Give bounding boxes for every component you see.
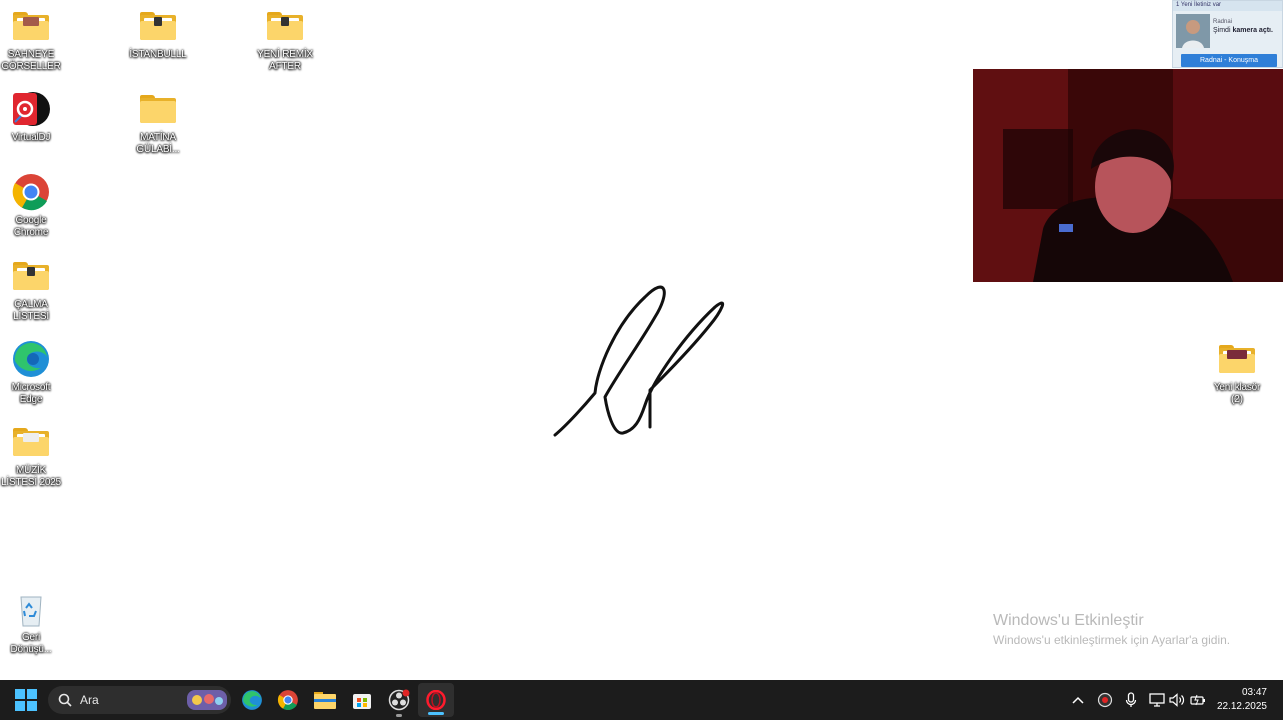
battery-icon (1190, 694, 1205, 706)
notification-message: Şimdi kamera açtı. (1213, 27, 1273, 34)
recycle-bin-icon (11, 589, 51, 629)
tray-battery[interactable] (1188, 680, 1208, 720)
desktop-icon-label: YENİ REMİX AFTER (257, 49, 313, 72)
message-notification[interactable]: 1 Yeni İletiniz var Radnai Şimdi kamera … (1172, 0, 1283, 68)
folder-icon (11, 6, 51, 46)
activation-subtitle: Windows'u etkinleştirmek için Ayarlar'a … (993, 633, 1231, 647)
store-icon (353, 694, 371, 709)
desktop-icon-label: MATİNA GÜLABİ... (136, 132, 180, 155)
opera-icon (426, 690, 446, 710)
running-indicator (396, 714, 402, 717)
desktop-icon-istanbulll[interactable]: İSTANBULLL (121, 6, 195, 61)
edge-icon (242, 690, 262, 710)
taskbar-file-explorer[interactable] (307, 680, 343, 720)
taskbar-chrome[interactable] (270, 680, 306, 720)
activation-watermark: Windows'u Etkinleştir Windows'u etkinleş… (993, 611, 1230, 649)
clock-date: 22.12.2025 (1216, 701, 1267, 712)
desktop-icon-label: VirtualDJ (11, 132, 51, 143)
folder-icon (138, 89, 178, 129)
desktop-icon-microsoft-edge[interactable]: Microsoft Edge (0, 339, 68, 406)
chrome-icon (11, 172, 51, 212)
taskbar-opera[interactable] (418, 683, 454, 717)
desktop-icon-label: Geri Dönüşü... (10, 632, 52, 655)
tray-microphone[interactable] (1120, 680, 1142, 720)
desktop-icon-recycle-bin[interactable]: Geri Dönüşü... (0, 589, 68, 656)
desktop-icon-google-chrome[interactable]: Google Chrome (0, 172, 68, 239)
search-box[interactable]: Ara (48, 686, 231, 714)
desktop-icon-label: ÇALMA LİSTESİ (13, 299, 49, 322)
signature-drawing (553, 285, 725, 437)
open-conversation-button[interactable]: Radnai - Konuşma (1181, 54, 1277, 67)
edge-icon (11, 339, 51, 379)
chrome-icon (277, 690, 298, 711)
desktop-icon-matina-gulabi[interactable]: MATİNA GÜLABİ... (121, 89, 195, 156)
desktop-icon-label: Microsoft Edge (11, 382, 51, 405)
start-icon (15, 689, 37, 711)
activation-title: Windows'u Etkinleştir (993, 612, 1144, 629)
webcam-overlay (973, 69, 1283, 282)
chevron-up-icon (1072, 696, 1084, 704)
desktop-icon-virtualdj[interactable]: VirtualDJ (0, 89, 68, 144)
file-explorer-icon (314, 692, 336, 709)
tray-overflow-button[interactable] (1068, 680, 1088, 720)
clock-time: 03:47 (1241, 687, 1267, 698)
webcam-feed-image (973, 69, 1283, 282)
folder-icon (1217, 339, 1257, 379)
tray-network[interactable] (1147, 680, 1167, 720)
obs-icon (388, 689, 410, 711)
virtualdj-icon (11, 89, 51, 129)
desktop-icon-label: MÜZİK LİSTESİ 2025 (1, 465, 61, 488)
desktop-icon-yeni-klasor-2[interactable]: Yeni klasör (2) (1200, 339, 1274, 406)
network-icon (1149, 693, 1165, 707)
desktop-icon-label: Google Chrome (13, 215, 49, 238)
tray-recording[interactable] (1094, 680, 1116, 720)
desktop-icon-label: İSTANBULLL (129, 49, 187, 60)
clock[interactable]: 03:47 22.12.2025 (1217, 686, 1267, 714)
desktop-icon-muzik-listesi-2025[interactable]: MÜZİK LİSTESİ 2025 (0, 422, 68, 489)
taskbar-edge[interactable] (234, 680, 270, 720)
taskbar: Ara 03:47 22.12.2025 (0, 680, 1283, 720)
taskbar-store[interactable] (344, 680, 380, 720)
desktop-icon-label: SAHNEYE GÖRSELLER (1, 49, 61, 72)
notification-header: 1 Yeni İletiniz var (1173, 1, 1282, 11)
folder-icon (138, 6, 178, 46)
desktop-icon-sahneye-gorseller[interactable]: SAHNEYE GÖRSELLER (0, 6, 68, 73)
search-icon (58, 693, 72, 707)
desktop-icon-calma-listesi[interactable]: ÇALMA LİSTESİ (0, 256, 68, 323)
microphone-icon (1125, 692, 1137, 707)
folder-icon (265, 6, 305, 46)
active-indicator (428, 712, 444, 715)
search-highlight-icon (187, 690, 227, 710)
folder-icon (11, 422, 51, 462)
taskbar-obs[interactable] (381, 680, 417, 720)
volume-icon (1169, 693, 1185, 707)
avatar (1176, 14, 1210, 48)
desktop-icon-yeni-remix-after[interactable]: YENİ REMİX AFTER (248, 6, 322, 73)
tray-volume[interactable] (1167, 680, 1187, 720)
search-placeholder: Ara (80, 693, 99, 707)
recording-icon (1097, 692, 1113, 708)
folder-icon (11, 256, 51, 296)
notification-sender: Radnai (1213, 19, 1233, 25)
start-button[interactable] (8, 680, 44, 720)
desktop-icon-label: Yeni klasör (2) (1213, 382, 1261, 405)
